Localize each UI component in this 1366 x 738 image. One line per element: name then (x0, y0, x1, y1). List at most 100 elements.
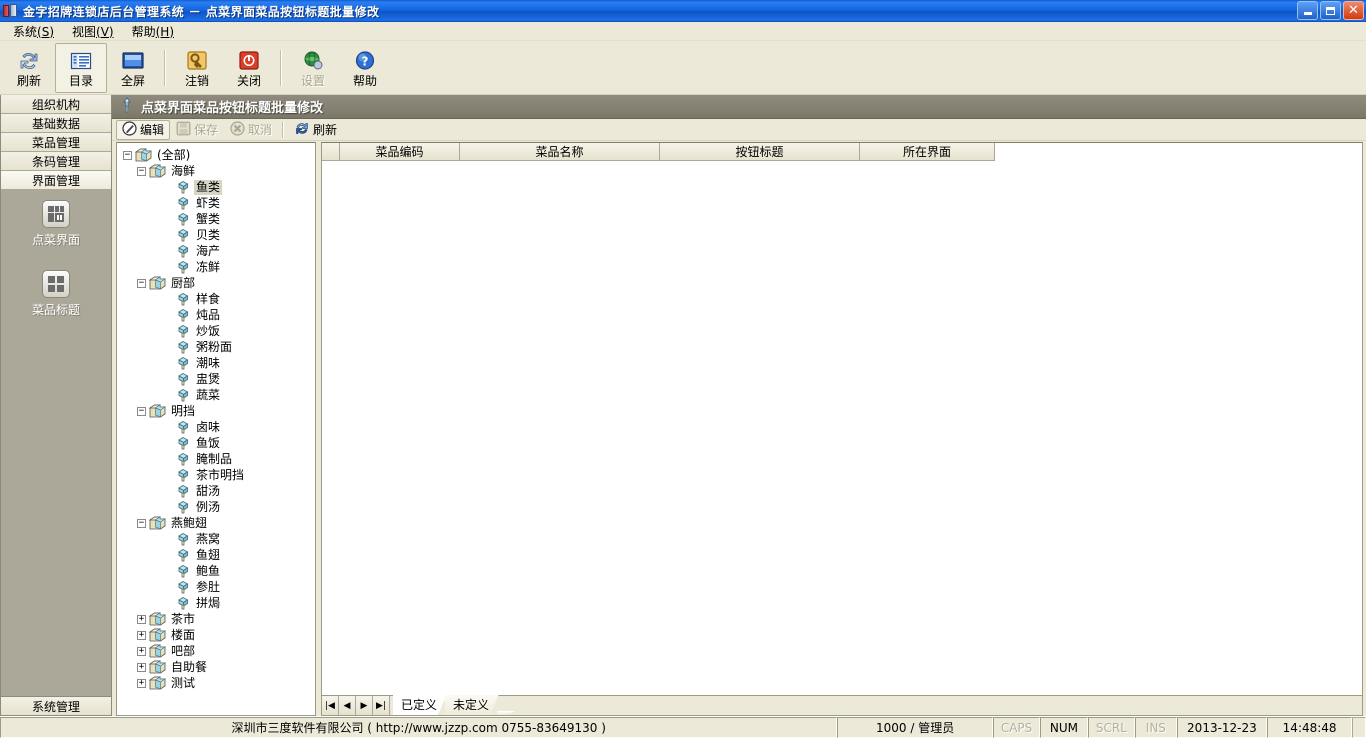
collapse-icon[interactable]: − (123, 150, 132, 160)
grid-column-header[interactable]: 菜品名称 (460, 143, 660, 161)
toolbar-catalog-button[interactable]: 目录 (55, 42, 107, 93)
nav-last-button[interactable]: ▶| (373, 696, 390, 715)
tree-node-label: 卤味 (196, 419, 221, 434)
power-icon (236, 48, 262, 74)
grid-column-header[interactable]: 所在界面 (860, 143, 995, 161)
tree-node-item[interactable]: 蔬菜 (123, 387, 313, 403)
tree-node-item[interactable]: 炖品 (123, 307, 313, 323)
tree-leaf-icon (177, 420, 190, 434)
grid-four-icon (42, 270, 70, 298)
tree-leaf-icon (177, 580, 190, 594)
nav-first-button[interactable]: |◀ (322, 696, 339, 715)
expand-icon[interactable]: + (137, 678, 146, 688)
tree-node-item[interactable]: 盅煲 (123, 371, 313, 387)
expand-icon[interactable]: + (137, 630, 146, 640)
nav-next-button[interactable]: ▶ (356, 696, 373, 715)
tree-node-item[interactable]: 海产 (123, 243, 313, 259)
tree-node-item[interactable]: 粥粉面 (123, 339, 313, 355)
toolbar-logout-button[interactable]: 注销 (171, 43, 223, 93)
sidebar-group-system-admin-label: 系统管理 (31, 699, 80, 714)
tree-node-item[interactable]: 卤味 (123, 419, 313, 435)
tree-node-item[interactable]: 茶市明挡 (123, 467, 313, 483)
dish-grid[interactable]: 菜品编码 菜品名称 按钮标题 所在界面 (321, 142, 1363, 696)
tree-folder-icon (148, 516, 167, 530)
tab-list: 已定义 未定义 (390, 696, 1362, 715)
tree-node-item[interactable]: 甜汤 (123, 483, 313, 499)
expand-icon[interactable]: + (137, 614, 146, 624)
tree-node-item[interactable]: 腌制品 (123, 451, 313, 467)
tree-node-group[interactable]: + 茶市 (123, 611, 313, 627)
sidebar-group-interface[interactable]: 界面管理 (1, 171, 111, 190)
grid-column-header[interactable]: 按钮标题 (660, 143, 860, 161)
tree-node-group[interactable]: + 测试 (123, 675, 313, 691)
toolbar-close-button[interactable]: 关闭 (223, 43, 275, 93)
menu-view[interactable]: 视图(V) (63, 21, 123, 42)
panes: − (全部) − 海鲜 鱼类 虾类 蟹类 贝类 海产 冻鲜 − 厨部 样食 炖品 炒饭 粥粉面 潮味 盅煲 蔬菜 − 明… (112, 141, 1366, 716)
tab-undefined[interactable]: 未定义 (445, 694, 499, 715)
tree-node-item[interactable]: 鱼类 (123, 179, 313, 195)
tree-node-label: (全部) (157, 147, 191, 162)
tree-node-group[interactable]: − 燕鲍翅 (123, 515, 313, 531)
tree-node-item[interactable]: 例汤 (123, 499, 313, 515)
edit-button[interactable]: 编辑 (116, 119, 171, 140)
maximize-button[interactable] (1320, 1, 1341, 20)
minimize-button[interactable] (1297, 1, 1318, 20)
tree-node-group[interactable]: − 厨部 (123, 275, 313, 291)
cancel-button[interactable]: 取消 (224, 120, 278, 140)
tree-node-group[interactable]: − 明挡 (123, 403, 313, 419)
collapse-icon[interactable]: − (137, 278, 146, 288)
toolbar-settings-button[interactable]: 设置 (287, 43, 339, 93)
tree-node-label: 燕窝 (196, 531, 221, 546)
tree-node-item[interactable]: 鱼饭 (123, 435, 313, 451)
tree-node-item[interactable]: 蟹类 (123, 211, 313, 227)
menu-help[interactable]: 帮助(H) (123, 21, 183, 42)
tree-node-group[interactable]: − 海鲜 (123, 163, 313, 179)
toolbar-fullscreen-button[interactable]: 全屏 (107, 43, 159, 93)
sidebar-item-dish-title[interactable]: 菜品标题 (1, 270, 111, 318)
save-icon (176, 121, 191, 139)
save-button[interactable]: 保存 (170, 120, 224, 140)
collapse-icon[interactable]: − (137, 518, 146, 528)
expand-icon[interactable]: + (137, 646, 146, 656)
close-button[interactable]: ✕ (1343, 1, 1364, 20)
sidebar-group-organization[interactable]: 组织机构 (1, 95, 111, 114)
tree-folder-icon (148, 612, 167, 626)
tree-node-item[interactable]: 冻鲜 (123, 259, 313, 275)
tree-node-item[interactable]: 样食 (123, 291, 313, 307)
tree-node-group[interactable]: + 楼面 (123, 627, 313, 643)
tab-defined[interactable]: 已定义 (393, 694, 447, 715)
sidebar-group-basedata[interactable]: 基础数据 (1, 114, 111, 133)
tree-node-item[interactable]: 潮味 (123, 355, 313, 371)
collapse-icon[interactable]: − (137, 406, 146, 416)
grid-column-header[interactable]: 菜品编码 (340, 143, 460, 161)
tree-node-item[interactable]: 鲍鱼 (123, 563, 313, 579)
collapse-icon[interactable]: − (137, 166, 146, 176)
grid-refresh-button[interactable]: 刷新 (288, 120, 343, 140)
grid-header-filler (995, 143, 1362, 161)
tree-node-item[interactable]: 燕窝 (123, 531, 313, 547)
toolbar-separator-2 (280, 49, 282, 86)
tree-node-item[interactable]: 炒饭 (123, 323, 313, 339)
nav-prev-button[interactable]: ◀ (339, 696, 356, 715)
sidebar-group-system-admin[interactable]: 系统管理 (1, 696, 111, 715)
menu-system[interactable]: 系统(S) (4, 21, 63, 42)
tree-node-group[interactable]: + 自助餐 (123, 659, 313, 675)
sidebar-item-order-screen[interactable]: 点菜界面 (1, 200, 111, 248)
toolbar-help-button[interactable]: ? 帮助 (339, 43, 391, 93)
expand-icon[interactable]: + (137, 662, 146, 672)
category-tree-pane[interactable]: − (全部) − 海鲜 鱼类 虾类 蟹类 贝类 海产 冻鲜 − 厨部 样食 炖品 炒饭 粥粉面 潮味 盅煲 蔬菜 − 明… (116, 142, 316, 716)
tree-node-group[interactable]: + 吧部 (123, 643, 313, 659)
tree-node-item[interactable]: 参肚 (123, 579, 313, 595)
tree-node-item[interactable]: 鱼翅 (123, 547, 313, 563)
tree-node-item[interactable]: 拼焗 (123, 595, 313, 611)
sidebar-group-barcode[interactable]: 条码管理 (1, 152, 111, 171)
tree-node-item[interactable]: 贝类 (123, 227, 313, 243)
pin-icon (120, 97, 134, 116)
tree-node-root[interactable]: − (全部) (123, 147, 313, 163)
tree-node-item[interactable]: 虾类 (123, 195, 313, 211)
sidebar-group-dishes[interactable]: 菜品管理 (1, 133, 111, 152)
toolbar-refresh-button[interactable]: 刷新 (3, 43, 55, 93)
